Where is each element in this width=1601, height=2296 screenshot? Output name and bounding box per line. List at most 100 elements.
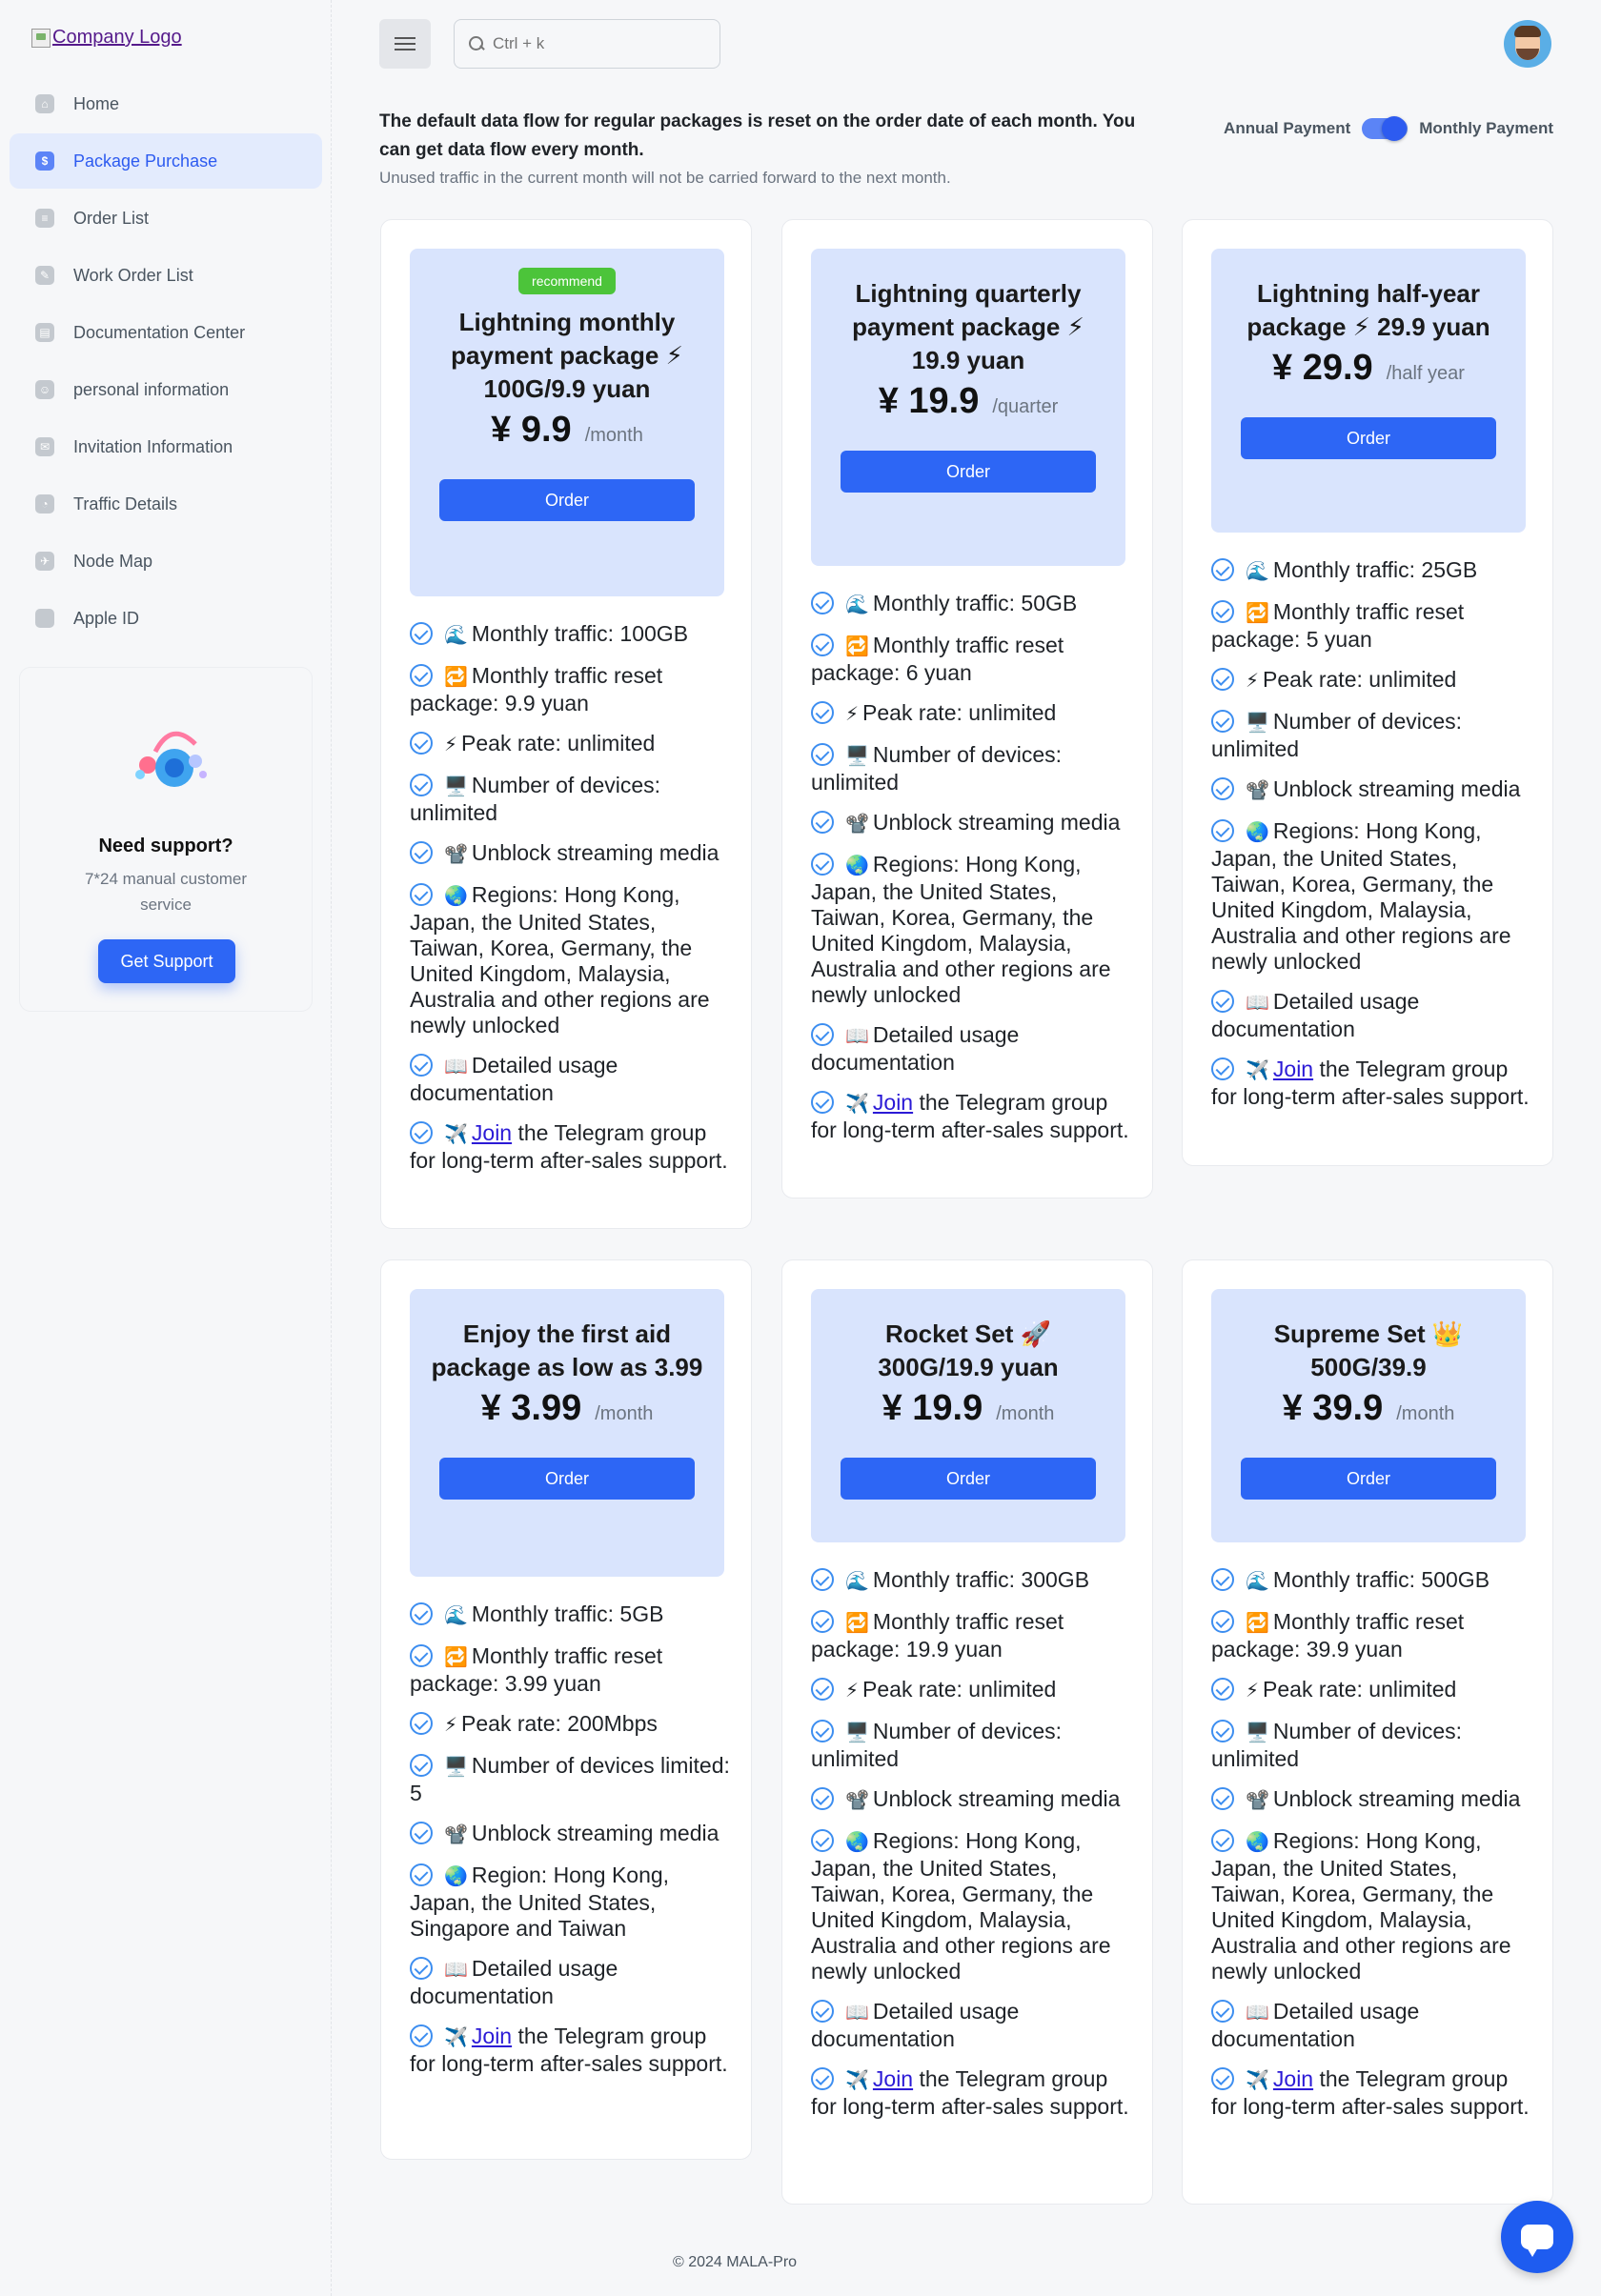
chat-button[interactable] — [1501, 2201, 1573, 2273]
search-box[interactable] — [454, 19, 720, 69]
check-circle-icon — [410, 622, 433, 645]
plan-features: 🌊 Monthly traffic: 100GB 🔁 Monthly traffic … — [410, 621, 734, 1188]
billing-switch[interactable] — [1362, 116, 1408, 141]
sidebar-item-home[interactable]: ⌂ Home — [10, 76, 322, 131]
sidebar-item-apple-id[interactable]: Apple ID — [10, 591, 322, 646]
feature-text: Peak rate: unlimited — [1263, 1677, 1457, 1702]
annual-payment-label[interactable]: Annual Payment — [1224, 119, 1350, 138]
check-circle-icon — [410, 1602, 433, 1625]
feature-emoji-icon: ⚡ — [1246, 671, 1260, 692]
sidebar-item-personal-information[interactable]: ☺ personal information — [10, 362, 322, 417]
feature-emoji-icon: 🔁 — [444, 667, 468, 688]
support-title: Need support? — [98, 836, 233, 856]
hamburger-icon — [395, 37, 415, 50]
check-circle-icon — [410, 1712, 433, 1735]
sidebar-item-label: Traffic Details — [73, 493, 178, 514]
telegram-join-link[interactable]: Join — [472, 2024, 512, 2048]
pie-chart-icon: ◔ — [35, 494, 54, 514]
sidebar-item-label: Home — [73, 93, 120, 113]
feature-text: Detailed usage documentation — [410, 1956, 618, 2008]
sidebar-item-order-list[interactable]: ≡ Order List — [10, 191, 322, 246]
sidebar-item-invitation-information[interactable]: ✉ Invitation Information — [10, 419, 322, 474]
plan-features: 🌊 Monthly traffic: 5GB 🔁 Monthly traffic re… — [410, 1601, 734, 2091]
feature-emoji-icon: 🌊 — [444, 1605, 468, 1626]
check-circle-icon — [410, 1863, 433, 1886]
plan-features: 🌊 Monthly traffic: 50GB 🔁 Monthly traffic r… — [811, 591, 1135, 1158]
list-icon: ≡ — [35, 209, 54, 228]
feature-item: 📽️ Unblock streaming media — [1211, 1786, 1535, 1814]
feature-item: 🌏 Regions: Hong Kong, Japan, the United S… — [1211, 1828, 1535, 1984]
plan-card: Rocket Set 🚀 300G/19.9 yuan ¥ 19.9/month O… — [781, 1259, 1153, 2205]
sidebar-item-label: Documentation Center — [73, 322, 246, 342]
feature-text: Detailed usage documentation — [1211, 989, 1420, 1041]
feature-emoji-icon: 📖 — [444, 1057, 468, 1078]
feature-emoji-icon: ✈️ — [845, 2070, 869, 2091]
check-circle-icon — [811, 743, 834, 766]
feature-emoji-icon: 🔁 — [444, 1647, 468, 1668]
feature-item: 🌊 Monthly traffic: 300GB — [811, 1567, 1135, 1595]
feature-item: 🖥️ Number of devices: unlimited — [1211, 709, 1535, 762]
plan-features: 🌊 Monthly traffic: 300GB 🔁 Monthly traffic … — [811, 1567, 1135, 2134]
get-support-button[interactable]: Get Support — [98, 939, 235, 983]
feature-emoji-icon: 🌊 — [1246, 1571, 1269, 1592]
feature-emoji-icon: 🌏 — [845, 856, 869, 876]
order-button[interactable]: Order — [1241, 1458, 1496, 1500]
plan-period: /quarter — [992, 396, 1059, 417]
feature-text: Unblock streaming media — [471, 840, 719, 865]
search-input[interactable] — [493, 34, 702, 53]
check-circle-icon — [811, 853, 834, 876]
plan-card-header: recommend Lightning monthly payment packa… — [410, 249, 724, 596]
telegram-join-link[interactable]: Join — [1273, 2066, 1313, 2091]
feature-text: Detailed usage documentation — [1211, 1999, 1420, 2051]
check-circle-icon — [1211, 2000, 1234, 2023]
monthly-payment-label[interactable]: Monthly Payment — [1419, 119, 1553, 138]
feature-text: Unblock streaming media — [1272, 776, 1521, 801]
sidebar-item-documentation-center[interactable]: ▤ Documentation Center — [10, 305, 322, 360]
check-circle-icon — [410, 1121, 433, 1144]
feature-emoji-icon: 🔁 — [845, 636, 869, 657]
invite-icon: ✉ — [35, 437, 54, 456]
order-button[interactable]: Order — [841, 1458, 1096, 1500]
feature-item: 🖥️ Number of devices limited: 5 — [410, 1753, 734, 1806]
check-circle-icon — [811, 1678, 834, 1701]
chat-bubble-icon — [1521, 2225, 1553, 2257]
telegram-join-link[interactable]: Join — [873, 1090, 913, 1115]
order-button[interactable]: Order — [1241, 417, 1496, 459]
telegram-join-link[interactable]: Join — [1273, 1057, 1313, 1081]
plan-price: ¥ 29.9 — [1272, 348, 1373, 388]
check-circle-icon — [410, 774, 433, 796]
order-button[interactable]: Order — [841, 451, 1096, 493]
check-circle-icon — [1211, 1678, 1234, 1701]
feature-emoji-icon: 🌊 — [845, 1571, 869, 1592]
feature-text: Monthly traffic: 500GB — [1272, 1567, 1490, 1592]
telegram-join-link[interactable]: Join — [873, 2066, 913, 2091]
sidebar-item-traffic-details[interactable]: ◔ Traffic Details — [10, 476, 322, 532]
sidebar-item-node-map[interactable]: ✈ Node Map — [10, 534, 322, 589]
menu-toggle-button[interactable] — [379, 19, 431, 69]
check-circle-icon — [1211, 1787, 1234, 1810]
check-circle-icon — [1211, 600, 1234, 623]
plan-price: ¥ 3.99 — [480, 1388, 582, 1428]
broken-image-icon — [31, 28, 51, 48]
feature-text: Monthly traffic: 300GB — [872, 1567, 1090, 1592]
company-logo[interactable]: Company Logo — [31, 27, 182, 49]
plan-period: /month — [996, 1403, 1055, 1424]
sidebar-item-work-order-list[interactable]: ✎ Work Order List — [10, 248, 322, 303]
telegram-join-link[interactable]: Join — [472, 1120, 512, 1145]
feature-text: Unblock streaming media — [1272, 1786, 1521, 1811]
check-circle-icon — [410, 841, 433, 864]
plan-price-line: ¥ 29.9/half year — [1211, 348, 1526, 389]
feature-emoji-icon: 🖥️ — [1246, 713, 1269, 734]
plan-period: /month — [1396, 1403, 1455, 1424]
order-button[interactable]: Order — [439, 1458, 695, 1500]
plan-price-line: ¥ 9.9/month — [410, 410, 724, 451]
feature-item: 🔁 Monthly traffic reset package: 39.9 yua… — [1211, 1609, 1535, 1662]
sidebar-item-package-purchase[interactable]: $ Package Purchase — [10, 133, 322, 189]
feature-item: 🌏 Regions: Hong Kong, Japan, the United S… — [410, 882, 734, 1038]
order-button[interactable]: Order — [439, 479, 695, 521]
avatar[interactable] — [1504, 20, 1551, 68]
feature-emoji-icon: ⚡ — [845, 1681, 860, 1702]
check-circle-icon — [811, 2067, 834, 2090]
feature-text: Peak rate: unlimited — [461, 731, 656, 755]
feature-item: 📖 Detailed usage documentation — [1211, 989, 1535, 1042]
